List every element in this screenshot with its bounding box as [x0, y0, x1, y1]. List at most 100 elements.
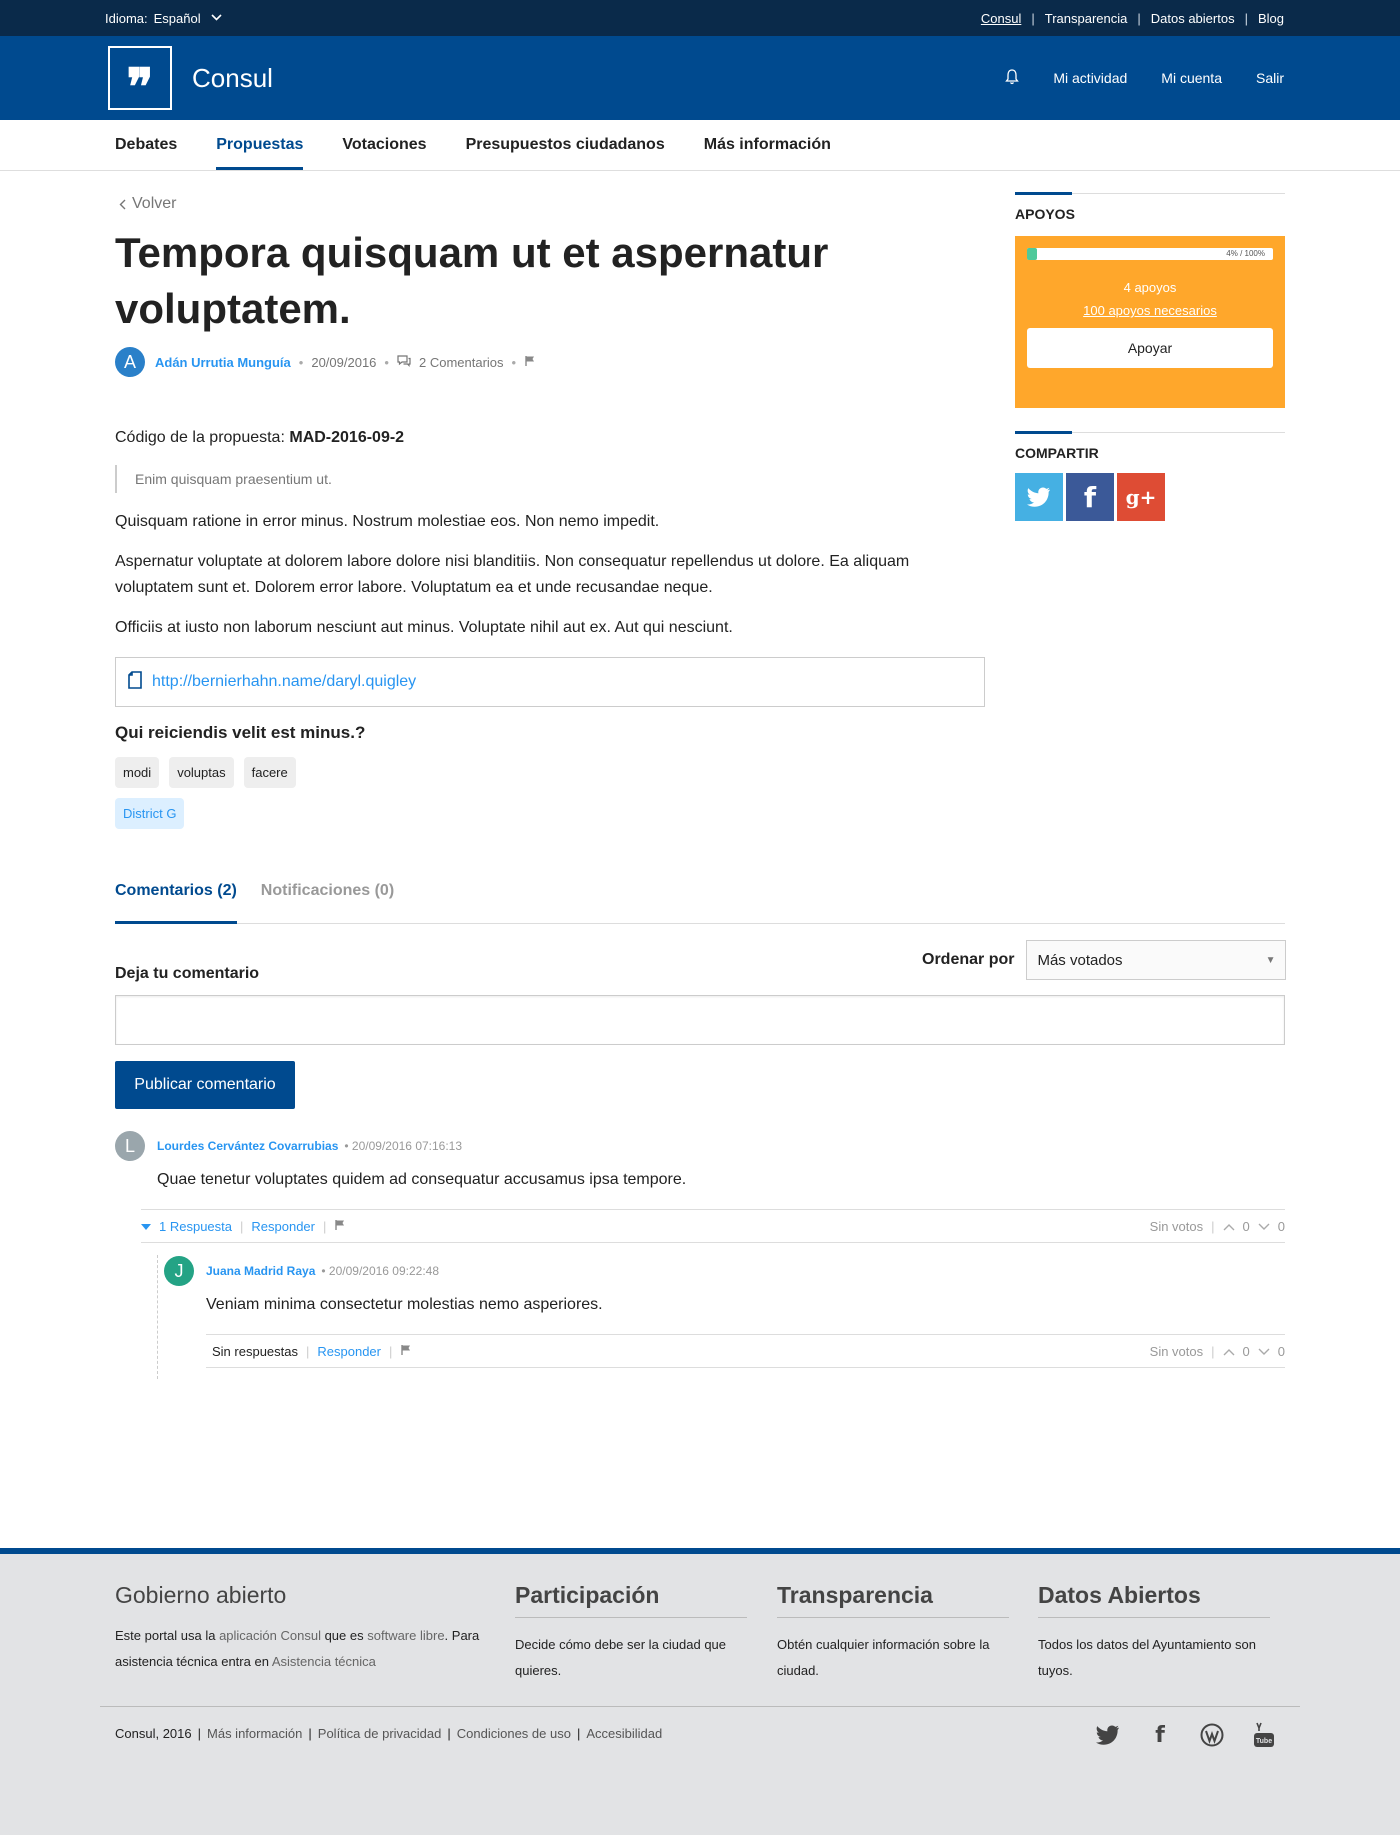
chevron-down-icon: ▼: [1265, 954, 1276, 966]
back-link[interactable]: Volver: [119, 195, 985, 213]
share-buttons: f g+: [1015, 473, 1285, 521]
tag[interactable]: voluptas: [169, 757, 234, 788]
nav-debates[interactable]: Debates: [115, 120, 177, 170]
comment-header: J Juana Madrid Raya • 20/09/2016 09:22:4…: [164, 1256, 1285, 1286]
vote-up-icon[interactable]: [1223, 1344, 1235, 1359]
vote-down-icon[interactable]: [1258, 1344, 1270, 1359]
bell-icon[interactable]: [1005, 68, 1020, 88]
footer-text-part: que es: [320, 1628, 368, 1643]
footer-title: Gobierno abierto: [115, 1582, 287, 1608]
comment-author[interactable]: Juana Madrid Raya: [206, 1264, 315, 1278]
nav-salir[interactable]: Salir: [1256, 70, 1284, 86]
share-title: COMPARTIR: [1015, 431, 1285, 461]
footer-link[interactable]: Más información: [207, 1726, 302, 1741]
consul-logo[interactable]: ❞: [108, 46, 172, 112]
vote-up-count: 0: [1242, 1218, 1250, 1234]
top-link-blog[interactable]: Blog: [1258, 11, 1284, 26]
separator: |: [197, 1726, 202, 1741]
proposal-date: 20/09/2016: [311, 354, 377, 370]
tab-notificaciones[interactable]: Notificaciones (0): [261, 870, 394, 923]
footer-col-participacion: Participación Decide cómo debe ser la ci…: [515, 1582, 747, 1684]
footer-link[interactable]: Política de privacidad: [318, 1726, 442, 1741]
separator: •: [384, 354, 389, 370]
footer-link-asistencia[interactable]: Asistencia técnica: [272, 1654, 376, 1669]
separator: |: [240, 1218, 244, 1234]
footer-text: Decide cómo debe ser la ciudad que quier…: [515, 1637, 727, 1678]
twitter-share-button[interactable]: [1015, 473, 1063, 521]
tab-comentarios[interactable]: Comentarios (2): [115, 870, 237, 924]
footer-text: Este portal usa la aplicación Consul que…: [115, 1623, 485, 1675]
proposal-code-label: Código de la propuesta:: [115, 429, 285, 446]
reply-link[interactable]: Responder: [317, 1344, 381, 1359]
language-value[interactable]: Español: [154, 11, 201, 26]
nav-mi-cuenta[interactable]: Mi cuenta: [1161, 70, 1222, 86]
external-url-link[interactable]: http://bernierhahn.name/daryl.quigley: [152, 673, 416, 691]
progress-fill: [1027, 248, 1037, 260]
no-responses-label: Sin respuestas: [212, 1343, 298, 1359]
brand-link[interactable]: ❞ Consul: [108, 46, 273, 112]
vote-down-icon[interactable]: [1258, 1219, 1270, 1234]
order-by-label: Ordenar por: [922, 951, 1015, 968]
nav-votaciones[interactable]: Votaciones: [342, 120, 426, 170]
publish-comment-button[interactable]: Publicar comentario: [115, 1061, 295, 1109]
footer-title[interactable]: Datos Abiertos: [1038, 1582, 1270, 1618]
twitter-icon[interactable]: [1095, 1722, 1121, 1748]
author-link[interactable]: Adán Urrutia Munguía: [155, 355, 291, 370]
separator: |: [389, 1343, 393, 1359]
order-by-select[interactable]: Más votados ▼: [1026, 940, 1287, 980]
supports-count: 4 apoyos: [1123, 280, 1177, 295]
comment-actions: 1 Respuesta | Responder | Sin votos | 0 …: [141, 1209, 1285, 1243]
caret-down-icon[interactable]: [141, 1219, 151, 1234]
footer-social: f Tube: [1095, 1722, 1277, 1748]
comment-textarea[interactable]: [115, 995, 1285, 1045]
site-footer: Gobierno abierto Este portal usa la apli…: [0, 1548, 1400, 1835]
tag[interactable]: facere: [243, 757, 296, 788]
footer-link[interactable]: Accesibilidad: [586, 1726, 662, 1741]
facebook-icon[interactable]: f: [1147, 1722, 1173, 1748]
nav-presupuestos[interactable]: Presupuestos ciudadanos: [466, 120, 665, 170]
comment-author[interactable]: Lourdes Cervántez Covarrubias: [157, 1139, 338, 1153]
nav-mi-actividad[interactable]: Mi actividad: [1053, 70, 1127, 86]
footer-link[interactable]: Condiciones de uso: [457, 1726, 571, 1741]
avatar: J: [164, 1256, 194, 1286]
flag-icon[interactable]: [334, 1219, 346, 1234]
nav-propuestas[interactable]: Propuestas: [216, 120, 304, 170]
language-label: Idioma:: [105, 10, 148, 26]
thread-line: [157, 1255, 158, 1379]
comments-count-link[interactable]: 2 Comentarios: [419, 355, 504, 370]
flag-icon[interactable]: [524, 355, 536, 370]
youtube-icon[interactable]: Tube: [1251, 1722, 1277, 1748]
proposal-code-value: MAD-2016-09-2: [289, 429, 405, 446]
language-selector[interactable]: Idioma: Español: [105, 11, 222, 26]
separator: |: [323, 1218, 327, 1234]
responses-toggle[interactable]: 1 Respuesta: [159, 1219, 232, 1234]
tag[interactable]: modi: [115, 757, 160, 788]
googleplus-share-button[interactable]: g+: [1117, 473, 1165, 521]
leave-comment-label: Deja tu comentario: [115, 965, 260, 982]
separator: |: [1211, 1218, 1215, 1234]
chevron-down-icon[interactable]: [211, 13, 222, 24]
facebook-share-button[interactable]: f: [1066, 473, 1114, 521]
votes-label: Sin votos: [1149, 1343, 1204, 1359]
footer-link-consul-app[interactable]: aplicación Consul: [219, 1628, 321, 1643]
support-button[interactable]: Apoyar: [1027, 328, 1273, 368]
top-link-transparencia[interactable]: Transparencia: [1045, 11, 1128, 26]
brand-name[interactable]: Consul: [192, 63, 273, 94]
back-label[interactable]: Volver: [132, 195, 176, 213]
supports-box: 4% / 100% 4 apoyos 100 apoyos necesarios…: [1015, 236, 1285, 408]
footer-title[interactable]: Transparencia: [777, 1582, 1009, 1618]
reply-link[interactable]: Responder: [251, 1219, 315, 1234]
description-paragraph: Officiis at iusto non laborum nesciunt a…: [115, 619, 733, 636]
top-link-datos-abiertos[interactable]: Datos abiertos: [1151, 11, 1235, 26]
flag-icon[interactable]: [400, 1344, 412, 1359]
footer-title[interactable]: Participación: [515, 1582, 747, 1618]
proposal-summary: Enim quisquam praesentium ut.: [115, 465, 985, 493]
geozone-tag[interactable]: District G: [115, 798, 185, 829]
footer-link-software-libre[interactable]: software libre: [367, 1628, 444, 1643]
comment: L Lourdes Cervántez Covarrubias • 20/09/…: [115, 1131, 1285, 1161]
separator: |: [576, 1726, 581, 1741]
nav-mas-informacion[interactable]: Más información: [704, 120, 831, 170]
vote-up-icon[interactable]: [1223, 1219, 1235, 1234]
top-link-consul[interactable]: Consul: [981, 11, 1021, 26]
wordpress-icon[interactable]: [1199, 1722, 1225, 1748]
